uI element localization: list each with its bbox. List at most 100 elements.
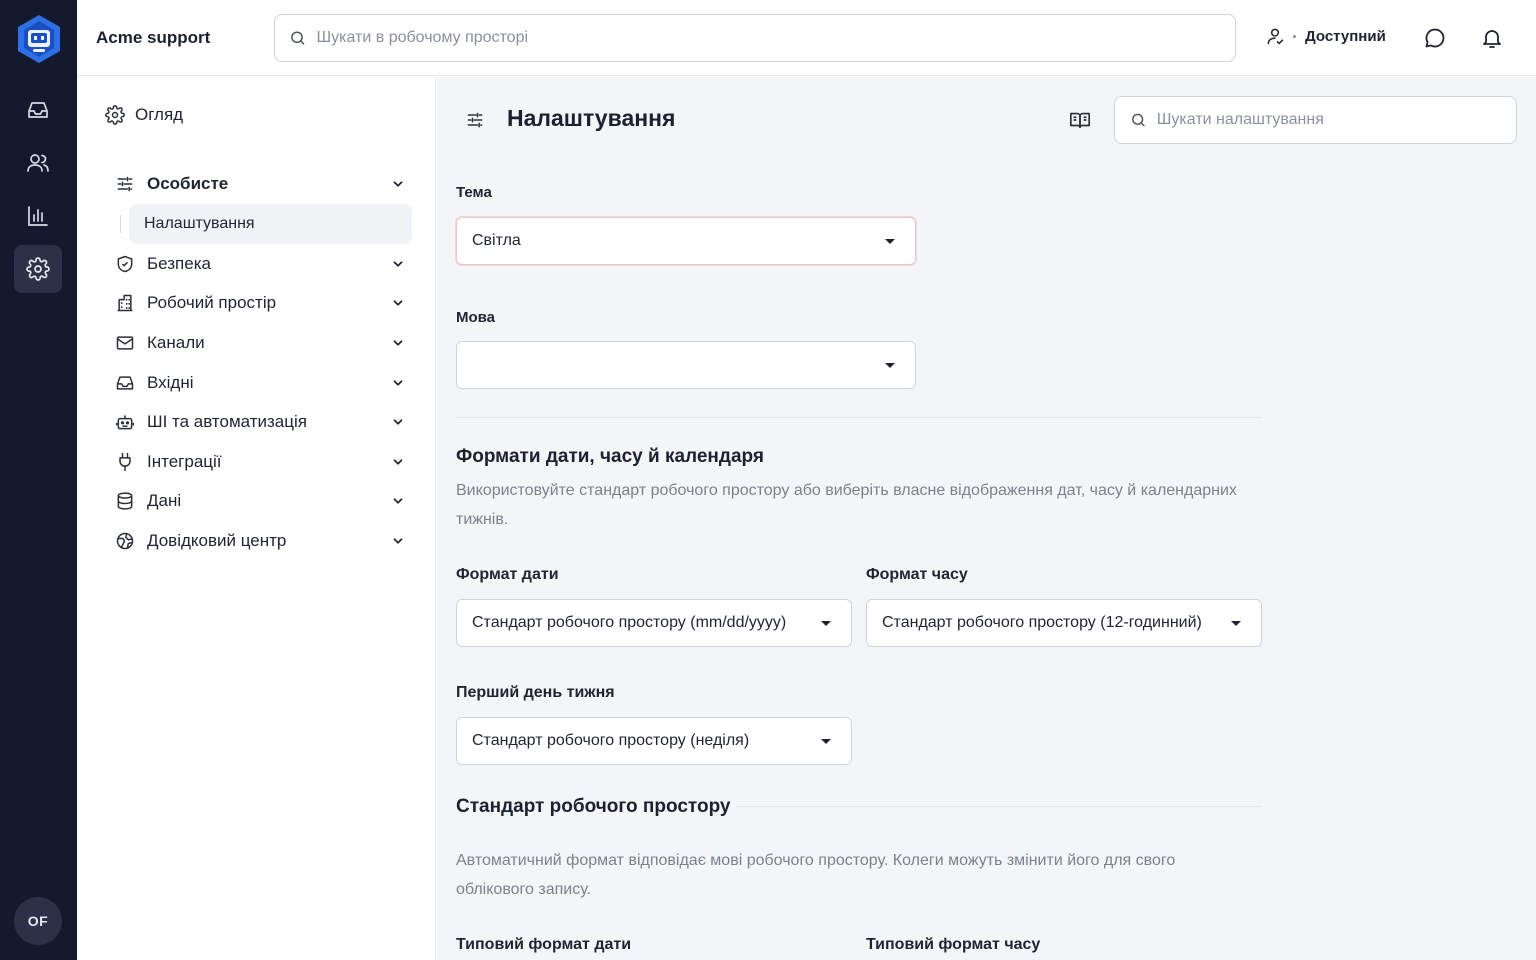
chat-button[interactable] <box>1423 26 1447 50</box>
contacts-icon <box>27 154 49 172</box>
caret-down-icon <box>821 621 831 626</box>
gear-icon <box>105 105 125 125</box>
rail-contacts-button[interactable] <box>14 139 62 187</box>
shield-icon <box>117 255 133 273</box>
chevron-down-icon <box>393 340 403 346</box>
language-select[interactable] <box>456 341 916 389</box>
sliders-icon <box>467 112 483 128</box>
sidebar-group-security[interactable]: Безпека <box>115 246 405 282</box>
default-date-format-label: Типовий формат дати <box>456 936 632 953</box>
date-format-label: Формат дати <box>456 566 559 583</box>
user-avatar[interactable]: OF <box>14 897 62 945</box>
docs-button[interactable] <box>1069 109 1091 131</box>
first-day-value: Стандарт робочого простору (неділя) <box>472 732 750 749</box>
global-search-input[interactable] <box>316 29 1235 47</box>
status-label: Доступний <box>1305 27 1386 45</box>
time-format-label: Формат часу <box>866 566 968 583</box>
sidebar-group-label: Вхідні <box>147 373 194 392</box>
sidebar-group-label: Інтеграції <box>147 452 222 471</box>
section-divider <box>456 417 1262 418</box>
global-search[interactable] <box>274 14 1236 62</box>
plug-icon <box>119 452 131 472</box>
sidebar-group-inbox[interactable]: Вхідні <box>115 365 405 401</box>
chevron-down-icon <box>393 459 403 465</box>
workspace-default-title: Стандарт робочого простору <box>456 796 731 817</box>
sidebar-group-personal[interactable]: Особисте <box>115 166 405 202</box>
sidebar-item-label: Огляд <box>135 105 184 124</box>
date-format-select[interactable]: Стандарт робочого простору (mm/dd/yyyy) <box>456 599 852 647</box>
sidebar-group-help-center[interactable]: Довідковий центр <box>115 523 405 559</box>
sidebar-group-label: ШІ та автоматизація <box>147 412 307 431</box>
sidebar-group-label: Безпека <box>147 254 211 273</box>
chevron-down-icon <box>393 498 403 504</box>
chevron-down-icon <box>393 181 403 187</box>
app-logo-icon[interactable] <box>16 14 62 64</box>
sidebar-group-label: Робочий простір <box>147 293 277 312</box>
formats-section-description: Використовуйте стандарт робочого простор… <box>456 482 1237 528</box>
mail-icon <box>116 336 134 350</box>
rail-reports-button[interactable] <box>14 192 62 240</box>
rail-inbox-button[interactable] <box>14 86 62 134</box>
chevron-down-icon <box>393 380 403 386</box>
chevron-down-icon <box>393 538 403 544</box>
settings-main: Налаштування Тема Світла Мова Формати да… <box>437 77 1536 960</box>
date-format-value: Стандарт робочого простору (mm/dd/yyyy) <box>472 614 787 631</box>
top-bar: Acme support Доступний <box>77 0 1536 76</box>
sidebar-item-overview[interactable]: Огляд <box>105 105 183 125</box>
caret-down-icon <box>821 739 831 744</box>
subitem-indent-line <box>120 215 121 233</box>
page-title: Налаштування <box>507 105 676 131</box>
search-icon <box>291 31 305 45</box>
database-icon <box>117 492 133 510</box>
chevron-down-icon <box>393 419 403 425</box>
formats-section-title: Формати дати, часу й календаря <box>456 446 764 467</box>
settings-search-input[interactable] <box>1156 111 1516 129</box>
caret-down-icon <box>885 363 895 368</box>
chevron-down-icon <box>393 300 403 306</box>
sidebar-group-channels[interactable]: Канали <box>115 325 405 361</box>
robot-icon <box>115 415 135 430</box>
chat-icon <box>1425 28 1445 48</box>
theme-select[interactable]: Світла <box>456 217 916 265</box>
theme-label: Тема <box>456 184 492 201</box>
sidebar-group-integrations[interactable]: Інтеграції <box>115 444 405 480</box>
status-dot <box>1293 34 1296 38</box>
rail-settings-button[interactable] <box>14 245 62 293</box>
globe-icon <box>116 532 134 550</box>
sidebar-group-ai[interactable]: ШІ та автоматизація <box>115 404 405 440</box>
inbox-icon <box>28 102 48 118</box>
sidebar-group-data[interactable]: Дані <box>115 483 405 519</box>
workspace-title[interactable]: Acme support <box>96 28 210 48</box>
sidebar-group-label: Довідковий центр <box>147 531 287 550</box>
sidebar-group-workspace[interactable]: Робочий простір <box>115 285 405 321</box>
app-rail: OF <box>0 0 77 960</box>
notifications-button[interactable] <box>1480 26 1504 50</box>
first-day-label: Перший день тижня <box>456 684 615 701</box>
workspace-default-description: Автоматичний формат відповідає мові робо… <box>456 852 1176 898</box>
inbox-icon <box>116 376 134 390</box>
sliders-icon <box>117 176 133 192</box>
reports-icon <box>28 206 48 226</box>
section-divider <box>737 806 1262 807</box>
sidebar-group-label: Особисте <box>147 174 229 193</box>
caret-down-icon <box>885 239 895 244</box>
availability-status[interactable]: Доступний <box>1265 26 1386 46</box>
sidebar-item-preferences[interactable]: Налаштування <box>129 204 412 244</box>
book-open-icon <box>1070 112 1090 129</box>
settings-icon <box>26 257 50 281</box>
chevron-down-icon <box>393 261 403 267</box>
building-icon <box>117 294 133 312</box>
theme-select-value: Світла <box>472 232 521 249</box>
time-format-select[interactable]: Стандарт робочого простору (12-годинний) <box>866 599 1262 647</box>
caret-down-icon <box>1231 621 1241 626</box>
sidebar-group-label: Канали <box>147 333 205 352</box>
first-day-select[interactable]: Стандарт робочого простору (неділя) <box>456 717 852 765</box>
search-icon <box>1132 113 1145 127</box>
default-time-format-label: Типовий формат часу <box>866 936 1041 953</box>
sidebar-group-label: Дані <box>147 491 182 510</box>
settings-sidebar: Огляд Особисте Налаштування Безпека Робо… <box>77 77 436 960</box>
bell-icon <box>1483 30 1501 48</box>
user-icon <box>1267 28 1284 45</box>
language-label: Мова <box>456 309 496 326</box>
settings-search[interactable] <box>1114 96 1517 144</box>
